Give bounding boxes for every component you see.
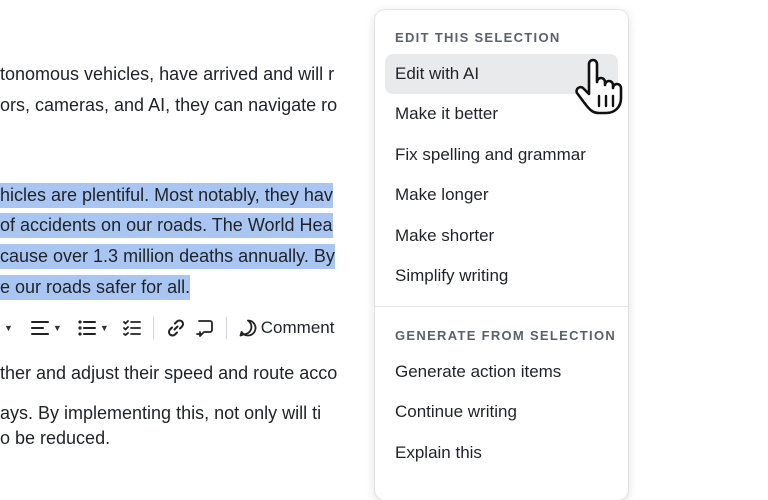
formatting-toolbar: ▼ ▼ ▼ Comment: [0, 306, 400, 350]
link-button[interactable]: [166, 314, 186, 342]
selected-text-line: cause over 1.3 million deaths annually. …: [0, 243, 335, 269]
selected-text-line: e our roads safer for all.: [0, 274, 191, 300]
comment-label: Comment: [260, 318, 335, 337]
link-icon: [166, 318, 186, 338]
section-heading-generate: GENERATE FROM SELECTION: [395, 328, 617, 343]
toolbar-divider: [152, 317, 154, 339]
comment-plus-icon: [195, 318, 214, 338]
text-line: o be reduced.: [0, 428, 111, 448]
selected-text-line: hicles are plentiful. Most notably, they…: [0, 182, 333, 208]
selection-highlight: cause over 1.3 million deaths annually. …: [0, 244, 335, 269]
menu-item-make-longer[interactable]: Make longer: [385, 175, 618, 215]
comment-button[interactable]: Comment: [239, 314, 335, 342]
chevron-down-icon: ▼: [99, 323, 109, 333]
menu-item-simplify-writing[interactable]: Simplify writing: [385, 256, 618, 296]
text-line: ther and adjust their speed and route ac…: [0, 363, 338, 383]
menu-item-generate-action-items[interactable]: Generate action items: [385, 352, 618, 392]
menu-item-continue-writing[interactable]: Continue writing: [385, 392, 618, 432]
menu-item-make-shorter[interactable]: Make shorter: [385, 216, 618, 256]
insert-comment-button[interactable]: [195, 314, 214, 342]
selection-highlight: e our roads safer for all.: [0, 275, 191, 300]
menu-item-fix-spelling[interactable]: Fix spelling and grammar: [385, 135, 618, 175]
text-line: tonomous vehicles, have arrived and will…: [0, 64, 335, 84]
bullet-list-icon: [78, 320, 96, 336]
menu-divider: [375, 306, 628, 307]
chevron-down-icon[interactable]: ▼: [4, 323, 13, 333]
text-line: ays. By implementing this, not only will…: [0, 403, 322, 423]
align-button[interactable]: ▼: [30, 314, 62, 342]
text-line: ors, cameras, and AI, they can navigate …: [0, 95, 338, 115]
checklist-button[interactable]: [122, 314, 141, 342]
toolbar-divider: [225, 317, 227, 339]
align-icon: [30, 320, 49, 336]
checklist-icon: [122, 320, 141, 336]
bullet-list-button[interactable]: ▼: [78, 314, 109, 342]
selection-highlight: hicles are plentiful. Most notably, they…: [0, 183, 333, 208]
chevron-down-icon: ▼: [52, 323, 62, 333]
pointing-hand-cursor-icon: [573, 58, 625, 121]
section-heading-edit: EDIT THIS SELECTION: [395, 30, 561, 45]
comment-icon: [239, 319, 257, 337]
selected-text-line: of accidents on our roads. The World Hea: [0, 212, 333, 238]
menu-item-explain-this[interactable]: Explain this: [385, 433, 618, 473]
selection-highlight: of accidents on our roads. The World Hea: [0, 213, 333, 238]
